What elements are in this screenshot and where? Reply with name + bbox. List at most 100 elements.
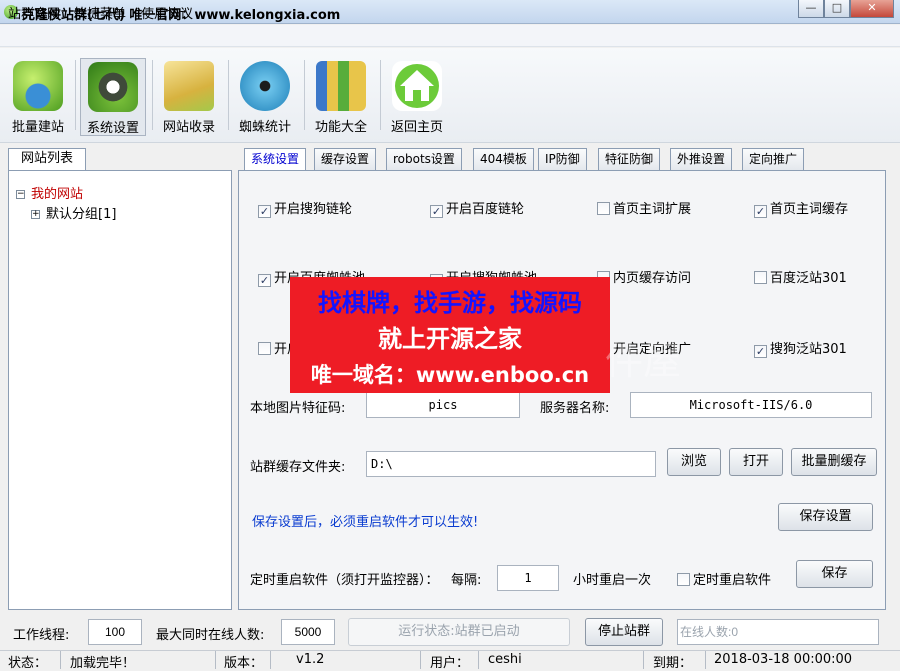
threads-label: 工作线程: (13, 628, 70, 643)
online-count-display: 在线人数:0 (677, 619, 879, 645)
img-feature-input[interactable]: pics (366, 392, 520, 418)
checkbox-label: 开启百度链轮 (446, 202, 525, 217)
toolbar-system-settings-button[interactable]: 系统设置 (80, 58, 146, 136)
tree-item-my-sites[interactable]: − 我的网站 (16, 183, 83, 202)
toolbar-label: 批量建站 (11, 120, 64, 135)
checkbox-sogou-301[interactable]: ✓ 搜狗泛站301 (754, 338, 847, 358)
toolbar-home-button[interactable]: 返回主页 (384, 58, 450, 136)
tab-targeted-promotion[interactable]: 定向推广 (742, 148, 805, 170)
status-separator (705, 651, 706, 669)
status-separator (270, 651, 271, 669)
checkbox-baidu-301[interactable]: 百度泛站301 (754, 267, 847, 286)
tab-404-template[interactable]: 404模板 (473, 148, 534, 170)
status-expire-label: 到期： (653, 656, 693, 671)
tab-push-settings[interactable]: 外推设置 (670, 148, 733, 170)
checkbox-box[interactable] (258, 342, 271, 355)
menu-item-agreement[interactable]: 使用协议 (141, 3, 193, 22)
toolbar-separator (152, 60, 153, 130)
toolbar-separator (380, 60, 381, 130)
interval-label: 每隔: (451, 573, 482, 588)
status-separator (420, 651, 421, 669)
checkbox-home-keyword-cache[interactable]: ✓ 首页主词缓存 (754, 198, 848, 218)
toolbar-label: 功能大全 (314, 120, 367, 135)
site-tree-panel (8, 170, 232, 610)
checkbox-box[interactable]: ✓ (258, 205, 271, 218)
server-name-label: 服务器名称: (540, 401, 610, 416)
tab-cache-settings[interactable]: 缓存设置 (314, 148, 377, 170)
status-version-value: v1.2 (296, 652, 325, 667)
save-button[interactable]: 保存 (796, 560, 873, 588)
ad-line-2: 就上开源之家 (378, 325, 522, 353)
toolbar-separator (228, 60, 229, 130)
status-state-value: 加载完毕！ (70, 656, 136, 671)
status-separator (478, 651, 479, 669)
spider-icon (240, 61, 290, 111)
toolbar-separator (75, 60, 76, 130)
menu-item-official-site[interactable]: 站群官网 (8, 3, 60, 22)
tree-item-label: 我的网站 (31, 187, 84, 202)
stop-sites-button[interactable]: 停止站群 (585, 618, 663, 646)
batch-delete-cache-button[interactable]: 批量删缓存 (791, 448, 877, 476)
interval-unit: 小时重启一次 (573, 573, 652, 588)
checkbox-box[interactable]: ✓ (430, 205, 443, 218)
checkbox-box[interactable]: ✓ (754, 205, 767, 218)
tab-system-settings[interactable]: 系统设置 (244, 148, 307, 171)
checkbox-label: 开启搜狗链轮 (274, 202, 353, 217)
toolbar-label: 返回主页 (390, 120, 443, 135)
checkbox-scheduled-restart[interactable]: 定时重启软件 (677, 569, 771, 588)
max-online-input[interactable]: 5000 (281, 619, 335, 645)
save-settings-button[interactable]: 保存设置 (778, 503, 873, 531)
checkbox-sogou-link-wheel[interactable]: ✓ 开启搜狗链轮 (258, 198, 352, 218)
toolbar-label: 系统设置 (86, 121, 139, 136)
checkbox-home-keyword-expand[interactable]: 首页主词扩展 (597, 198, 691, 217)
open-button[interactable]: 打开 (729, 448, 783, 476)
threads-input[interactable]: 100 (88, 619, 142, 645)
tree-item-default-group[interactable]: + 默认分组[1] (31, 203, 116, 222)
status-separator (215, 651, 216, 669)
expand-icon[interactable]: + (31, 210, 40, 219)
folder-bars-icon (316, 61, 366, 111)
maximize-button[interactable]: □ (824, 0, 850, 18)
close-button[interactable]: ✕ (850, 0, 894, 18)
checkbox-box[interactable] (597, 202, 610, 215)
interval-input[interactable]: 1 (497, 565, 559, 591)
checkbox-box[interactable]: ✓ (754, 345, 767, 358)
checkbox-box[interactable] (754, 271, 767, 284)
folder-icon (164, 61, 214, 111)
checkbox-label: 首页主词扩展 (613, 202, 692, 217)
toolbar-batch-build-button[interactable]: 批量建站 (6, 58, 70, 136)
toolbar-separator (304, 60, 305, 130)
ad-banner-overlay: 找棋牌，找手游，找源码 就上开源之家 唯一域名：www.enboo.cn (290, 277, 610, 393)
toolbar-label: 蜘蛛统计 (238, 120, 291, 135)
run-status-display: 运行状态:站群已启动 (348, 618, 570, 646)
scheduled-restart-label: 定时重启软件（须打开监控器）： (250, 573, 439, 588)
checkbox-box[interactable]: ✓ (258, 274, 271, 287)
tab-feature-defense[interactable]: 特征防御 (598, 148, 661, 170)
cache-folder-label: 站群缓存文件夹: (250, 460, 346, 475)
collapse-icon[interactable]: − (16, 190, 25, 199)
server-name-input[interactable]: Microsoft-IIS/6.0 (630, 392, 872, 418)
checkbox-label: 首页主词缓存 (770, 202, 849, 217)
status-separator (643, 651, 644, 669)
tree-item-label: 默认分组[1] (46, 207, 117, 222)
tree-globe-icon (13, 61, 63, 111)
checkbox-label: 内页缓存访问 (613, 271, 692, 286)
checkbox-inner-page-cache[interactable]: 内页缓存访问 (597, 267, 691, 286)
tab-site-list[interactable]: 网站列表 (8, 148, 86, 170)
tab-robots-settings[interactable]: robots设置 (386, 148, 462, 170)
checkbox-baidu-link-wheel[interactable]: ✓ 开启百度链轮 (430, 198, 524, 218)
home-icon (392, 61, 442, 111)
cache-folder-input[interactable]: D:\ (366, 451, 656, 477)
toolbar-all-features-button[interactable]: 功能大全 (308, 58, 374, 136)
checkbox-box[interactable] (677, 573, 690, 586)
browse-button[interactable]: 浏览 (667, 448, 721, 476)
menu-bar (0, 25, 900, 47)
toolbar-spider-stats-button[interactable]: 蜘蛛统计 (232, 58, 298, 136)
menu-item-quick-menu[interactable]: 快捷菜单 (74, 3, 126, 22)
tab-ip-defense[interactable]: IP防御 (538, 148, 587, 170)
max-online-label: 最大同时在线人数: (156, 628, 265, 643)
img-feature-label: 本地图片特征码: (250, 401, 346, 416)
status-state-label: 状态： (8, 656, 48, 671)
minimize-button[interactable]: — (798, 0, 824, 18)
toolbar-site-index-button[interactable]: 网站收录 (156, 58, 222, 136)
